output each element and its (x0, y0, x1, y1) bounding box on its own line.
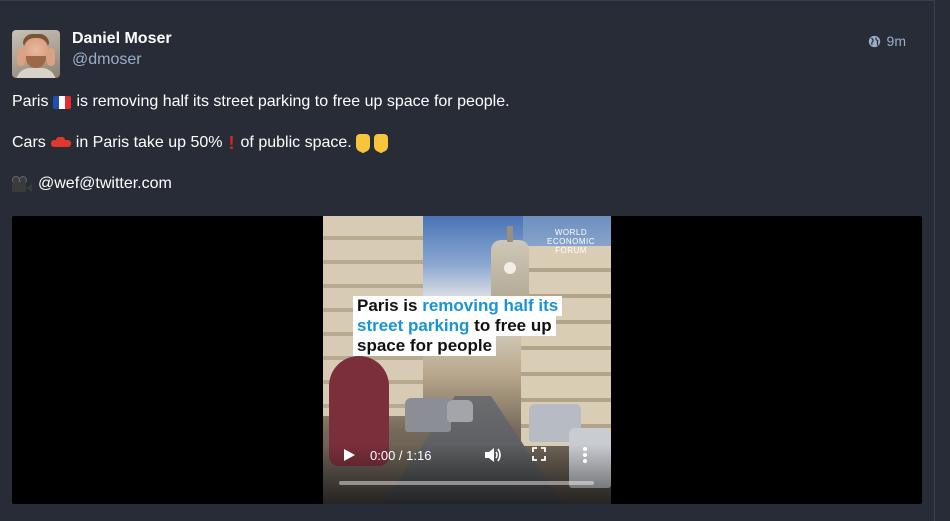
video-headline: Paris is removing half its street parkin… (353, 296, 563, 356)
content-text: in Paris take up 50% (75, 134, 223, 151)
media-gallery: WORLD ECONOMIC FORUM Paris is removing h… (12, 216, 922, 504)
status-content: Paris is removing half its street parkin… (12, 91, 912, 214)
status-meta: 9m (868, 33, 906, 49)
status-card: Daniel Moser @dmoser 9m Paris is removin… (0, 0, 935, 521)
content-line-2: Cars in Paris take up 50% ! of public sp… (12, 132, 912, 154)
wef-logo-line: ECONOMIC (547, 237, 595, 246)
content-line-1: Paris is removing half its street parkin… (12, 91, 912, 113)
movie-camera-icon (12, 176, 32, 192)
fullscreen-icon[interactable] (532, 447, 546, 461)
avatar-shirt (16, 68, 56, 78)
wef-logo-line: FORUM (555, 246, 587, 255)
headline-line-3: space for people (353, 336, 497, 356)
headline-line-1: Paris is removing half its (353, 296, 563, 316)
content-text: of public space. (240, 134, 352, 151)
exclamation-icon: ! (228, 133, 235, 153)
france-flag-icon (53, 95, 72, 109)
more-options-icon[interactable] (581, 445, 589, 465)
avatar-hand-left (17, 48, 25, 66)
video-car (447, 400, 473, 422)
video-controls-bar (323, 444, 611, 504)
avatar[interactable] (12, 30, 60, 78)
username[interactable]: @dmoser (72, 51, 142, 69)
avatar-hand-right (47, 48, 55, 66)
relative-time[interactable]: 9m (887, 33, 906, 49)
mention-link[interactable]: @wef@twitter.com (38, 173, 172, 195)
play-icon[interactable] (341, 444, 357, 466)
pointing-down-icon (373, 134, 388, 153)
globe-icon (868, 35, 880, 47)
pointing-down-icon (355, 134, 370, 153)
wef-logo-line: WORLD (554, 228, 588, 237)
content-line-3: @wef@twitter.com (12, 173, 912, 195)
wef-logo: WORLD ECONOMIC FORUM (541, 228, 601, 255)
video-clock (504, 262, 516, 274)
content-text: Paris (12, 93, 49, 110)
content-text: Cars (12, 134, 46, 151)
headline-line-2: street parking to free up (353, 316, 556, 336)
display-name[interactable]: Daniel Moser (72, 30, 172, 48)
video-player[interactable]: WORLD ECONOMIC FORUM Paris is removing h… (323, 216, 611, 504)
volume-icon[interactable] (483, 446, 503, 464)
video-car (405, 398, 451, 432)
video-time: 0:00 / 1:16 (370, 448, 432, 463)
content-text: is removing half its street parking to f… (76, 93, 510, 110)
car-icon (50, 137, 71, 149)
video-progress-bar[interactable] (339, 481, 594, 485)
